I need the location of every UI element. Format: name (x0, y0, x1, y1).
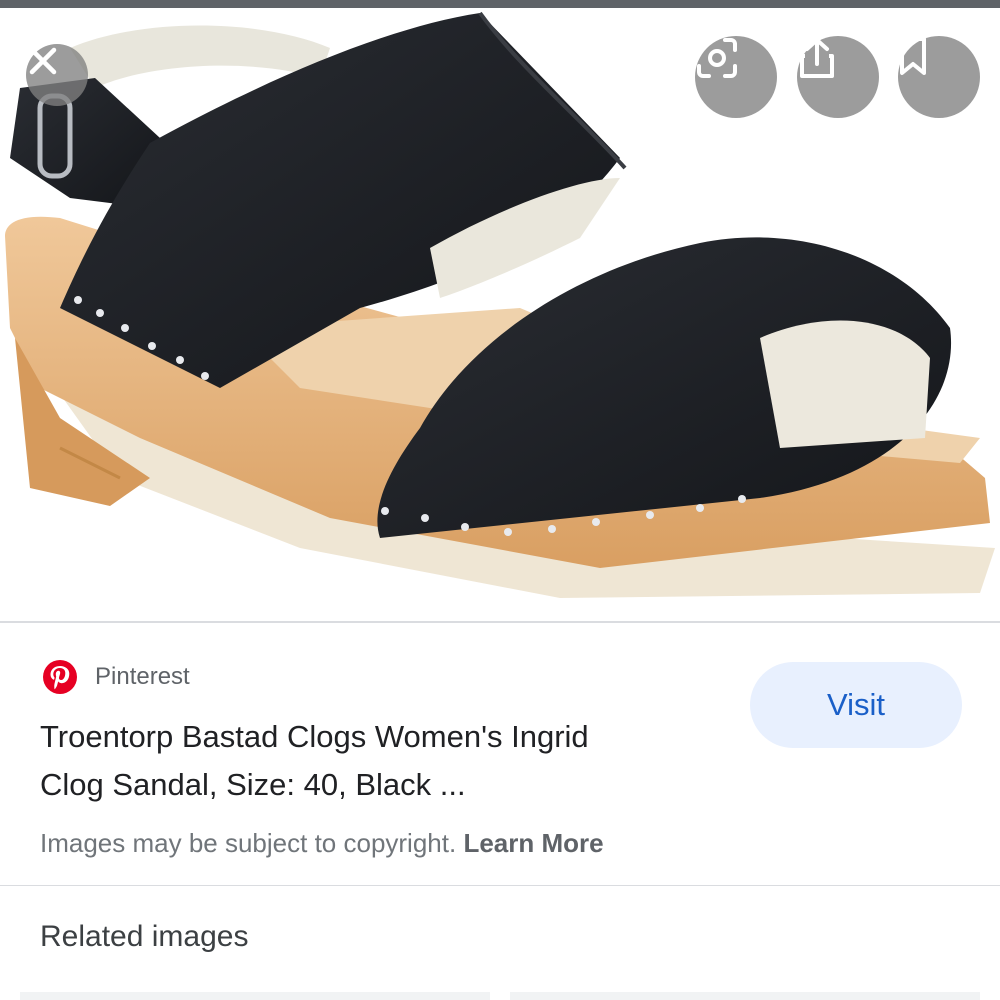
share-icon (800, 38, 834, 78)
learn-more-link[interactable]: Learn More (463, 828, 603, 858)
share-button[interactable] (797, 36, 879, 118)
close-button[interactable] (26, 44, 88, 106)
copyright-text: Images may be subject to copyright. (40, 828, 457, 858)
lens-search-button[interactable] (695, 36, 777, 118)
related-images-heading: Related images (40, 920, 249, 953)
close-icon (29, 47, 57, 75)
visit-button[interactable]: Visit (750, 662, 962, 748)
source-name: Pinterest (95, 663, 190, 690)
divider (0, 885, 1000, 886)
related-image-thumbnail[interactable] (510, 992, 980, 1000)
pinterest-icon (43, 660, 77, 694)
lens-icon (697, 38, 737, 78)
bookmark-icon (900, 37, 926, 75)
toe-lining (760, 320, 930, 448)
image-viewer[interactable] (0, 8, 1000, 622)
divider (0, 621, 1000, 623)
image-title-line-2: Clog Sandal, Size: 40, Black ... (40, 767, 466, 802)
image-title-line-1: Troentorp Bastad Clogs Women's Ingrid (40, 719, 589, 754)
top-bar (0, 0, 1000, 8)
related-image-thumbnail[interactable] (20, 992, 490, 1000)
image-title[interactable]: Troentorp Bastad Clogs Women's Ingrid Cl… (40, 713, 720, 809)
copyright-notice: Images may be subject to copyright. Lear… (40, 828, 604, 859)
save-button[interactable] (898, 36, 980, 118)
source-row[interactable]: Pinterest (42, 657, 190, 697)
